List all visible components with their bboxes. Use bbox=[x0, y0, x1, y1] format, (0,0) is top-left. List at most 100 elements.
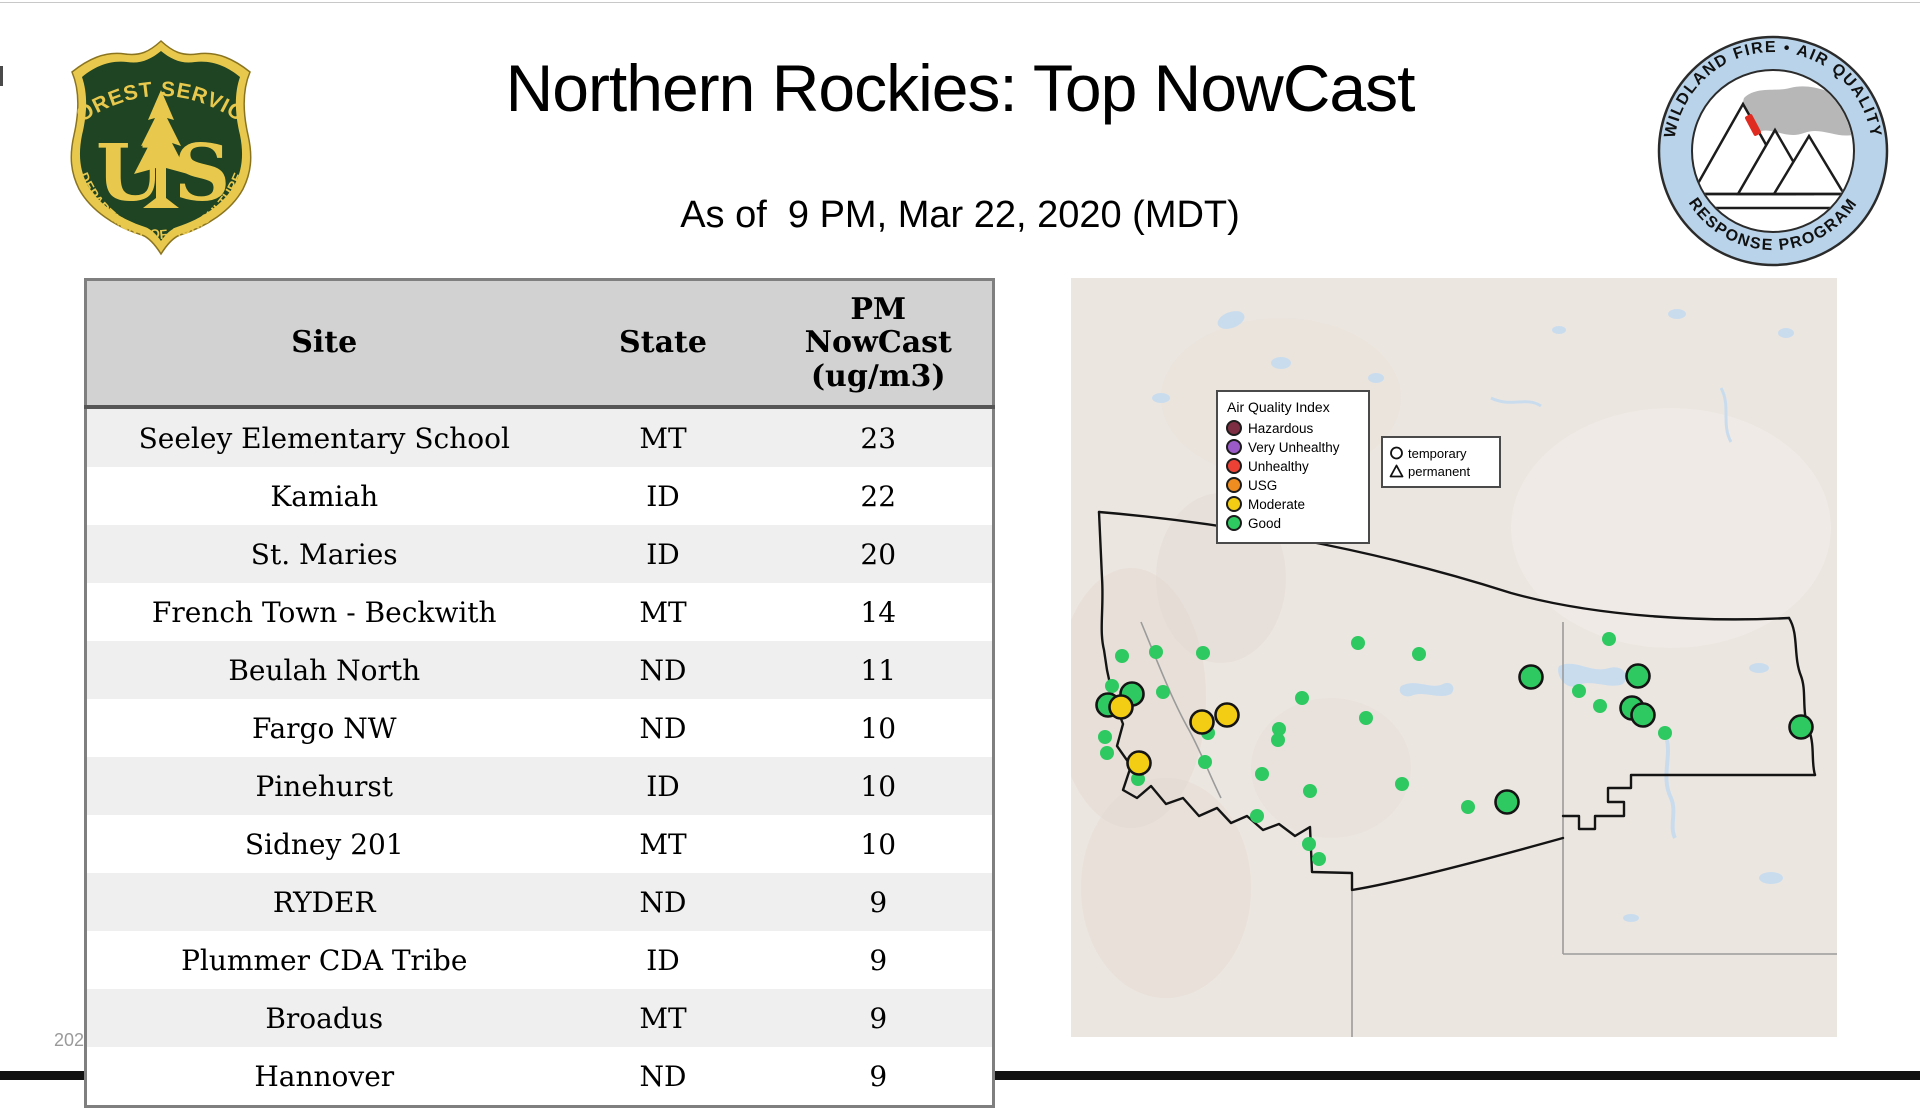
pm-value-cell: 9 bbox=[869, 1001, 888, 1035]
site-cell: Beulah North bbox=[228, 653, 421, 687]
permanent-good-marker bbox=[1788, 714, 1814, 740]
table-row: Seeley Elementary School MT 23 bbox=[85, 407, 994, 467]
site-cell: Pinehurst bbox=[255, 769, 393, 803]
temporary-good-marker bbox=[1149, 645, 1163, 659]
page-title: Northern Rockies: Top NowCast bbox=[505, 51, 1416, 125]
aqi-legend: Air Quality Index Hazardous Very Unhealth… bbox=[1216, 390, 1370, 544]
table-row: Fargo NW ND 10 bbox=[85, 699, 994, 757]
temporary-good-marker bbox=[1295, 691, 1309, 705]
temporary-good-marker bbox=[1250, 809, 1264, 823]
permanent-good-marker bbox=[1630, 702, 1656, 728]
aqi-color-dot bbox=[1226, 420, 1242, 436]
aqi-legend-item: Hazardous bbox=[1226, 420, 1360, 436]
table-row: Plummer CDA Tribe ID 9 bbox=[85, 931, 994, 989]
site-cell: RYDER bbox=[272, 885, 376, 919]
nowcast-table: Site State PM NowCast (ug/m3) Seeley Ele… bbox=[84, 278, 995, 1108]
state-cell: MT bbox=[639, 827, 687, 861]
pm-value-cell: 14 bbox=[860, 595, 897, 629]
temporary-good-marker bbox=[1461, 800, 1475, 814]
state-cell: MT bbox=[639, 595, 687, 629]
state-cell: ID bbox=[646, 769, 680, 803]
pm-value-cell: 10 bbox=[860, 827, 897, 861]
secondary-borders bbox=[1140, 621, 1837, 1037]
aqi-legend-label: Hazardous bbox=[1248, 420, 1314, 436]
permanent-moderate-marker bbox=[1189, 709, 1215, 735]
window-left-edge-mark bbox=[0, 66, 3, 86]
temporary-good-marker bbox=[1098, 730, 1112, 744]
wildland-fire-air-quality-logo: WILDLAND FIRE • AIR QUALITY RESPONSE PRO… bbox=[1657, 35, 1889, 267]
legend-row-temporary: temporary bbox=[1389, 444, 1493, 462]
permanent-label: permanent bbox=[1408, 463, 1471, 479]
site-cell: Sidney 201 bbox=[244, 827, 404, 861]
aqi-legend-item: USG bbox=[1226, 477, 1360, 493]
site-cell: St. Maries bbox=[250, 537, 398, 571]
site-cell: French Town - Beckwith bbox=[151, 595, 497, 629]
state-cell: MT bbox=[639, 1001, 687, 1035]
aqi-color-dot bbox=[1226, 458, 1242, 474]
timestamp-fragment: 202 bbox=[54, 1030, 85, 1050]
permanent-triangle-icon bbox=[1389, 464, 1404, 478]
state-cell: ID bbox=[646, 479, 680, 513]
state-cell: MT bbox=[639, 421, 687, 455]
col-header-pm-line2: NowCast bbox=[804, 325, 952, 361]
col-header-state: State bbox=[561, 279, 765, 409]
air-quality-map: Air Quality Index Hazardous Very Unhealth… bbox=[1071, 278, 1837, 1037]
station-type-legend: temporary permanent bbox=[1381, 436, 1501, 488]
table-row: Hannover ND 9 bbox=[85, 1047, 994, 1107]
state-cell: ID bbox=[646, 537, 680, 571]
temporary-good-marker bbox=[1593, 699, 1607, 713]
pm-value-cell: 9 bbox=[869, 943, 888, 977]
site-cell: Hannover bbox=[254, 1059, 395, 1093]
pm-value-cell: 22 bbox=[860, 479, 897, 513]
temporary-good-marker bbox=[1658, 726, 1672, 740]
table-row: Broadus MT 9 bbox=[85, 989, 994, 1047]
aqi-legend-label: Very Unhealthy bbox=[1248, 439, 1340, 455]
aqi-legend-label: Good bbox=[1248, 515, 1282, 531]
pm-value-cell: 10 bbox=[860, 769, 897, 803]
col-header-pm-line3: (ug/m3) bbox=[810, 358, 946, 394]
pm-value-cell: 11 bbox=[860, 653, 897, 687]
pm-value-cell: 9 bbox=[869, 1059, 888, 1093]
temporary-good-marker bbox=[1351, 636, 1365, 650]
site-cell: Broadus bbox=[265, 1001, 384, 1035]
temporary-good-marker bbox=[1572, 684, 1586, 698]
temporary-good-marker bbox=[1196, 646, 1210, 660]
temporary-good-marker bbox=[1105, 679, 1119, 693]
legend-row-permanent: permanent bbox=[1389, 462, 1493, 480]
temporary-good-marker bbox=[1359, 711, 1373, 725]
temporary-good-marker bbox=[1302, 837, 1316, 851]
temporary-good-marker bbox=[1271, 733, 1285, 747]
state-cell: ND bbox=[639, 1059, 687, 1093]
state-cell: ND bbox=[639, 711, 687, 745]
table-row: St. Maries ID 20 bbox=[85, 525, 994, 583]
temporary-circle-icon bbox=[1390, 446, 1403, 460]
permanent-moderate-marker bbox=[1108, 694, 1134, 720]
table-row: Kamiah ID 22 bbox=[85, 467, 994, 525]
permanent-good-marker bbox=[1494, 789, 1520, 815]
aqi-legend-item: Moderate bbox=[1226, 496, 1360, 512]
state-cell: ND bbox=[639, 653, 687, 687]
temporary-good-marker bbox=[1602, 632, 1616, 646]
temporary-good-marker bbox=[1100, 746, 1114, 760]
temporary-good-marker bbox=[1156, 685, 1170, 699]
table-header-row: Site State PM NowCast (ug/m3) bbox=[85, 279, 994, 409]
temporary-good-marker bbox=[1303, 784, 1317, 798]
table-row: Pinehurst ID 10 bbox=[85, 757, 994, 815]
pm-value-cell: 23 bbox=[860, 421, 897, 455]
window-top-hairline bbox=[0, 2, 1920, 3]
aqi-legend-label: Unhealthy bbox=[1248, 458, 1309, 474]
aqi-legend-item: Very Unhealthy bbox=[1226, 439, 1360, 455]
temporary-good-marker bbox=[1395, 777, 1409, 791]
aqi-color-dot bbox=[1226, 477, 1242, 493]
permanent-moderate-marker bbox=[1214, 702, 1240, 728]
aqi-legend-title: Air Quality Index bbox=[1227, 399, 1330, 415]
site-cell: Plummer CDA Tribe bbox=[181, 943, 468, 977]
table-row: RYDER ND 9 bbox=[85, 873, 994, 931]
table-row: Beulah North ND 11 bbox=[85, 641, 994, 699]
site-cell: Kamiah bbox=[270, 479, 379, 513]
permanent-good-marker bbox=[1625, 663, 1651, 689]
col-header-site: Site bbox=[85, 279, 562, 409]
pm-value-cell: 9 bbox=[869, 885, 888, 919]
table-row: Sidney 201 MT 10 bbox=[85, 815, 994, 873]
pm-value-cell: 20 bbox=[860, 537, 897, 571]
